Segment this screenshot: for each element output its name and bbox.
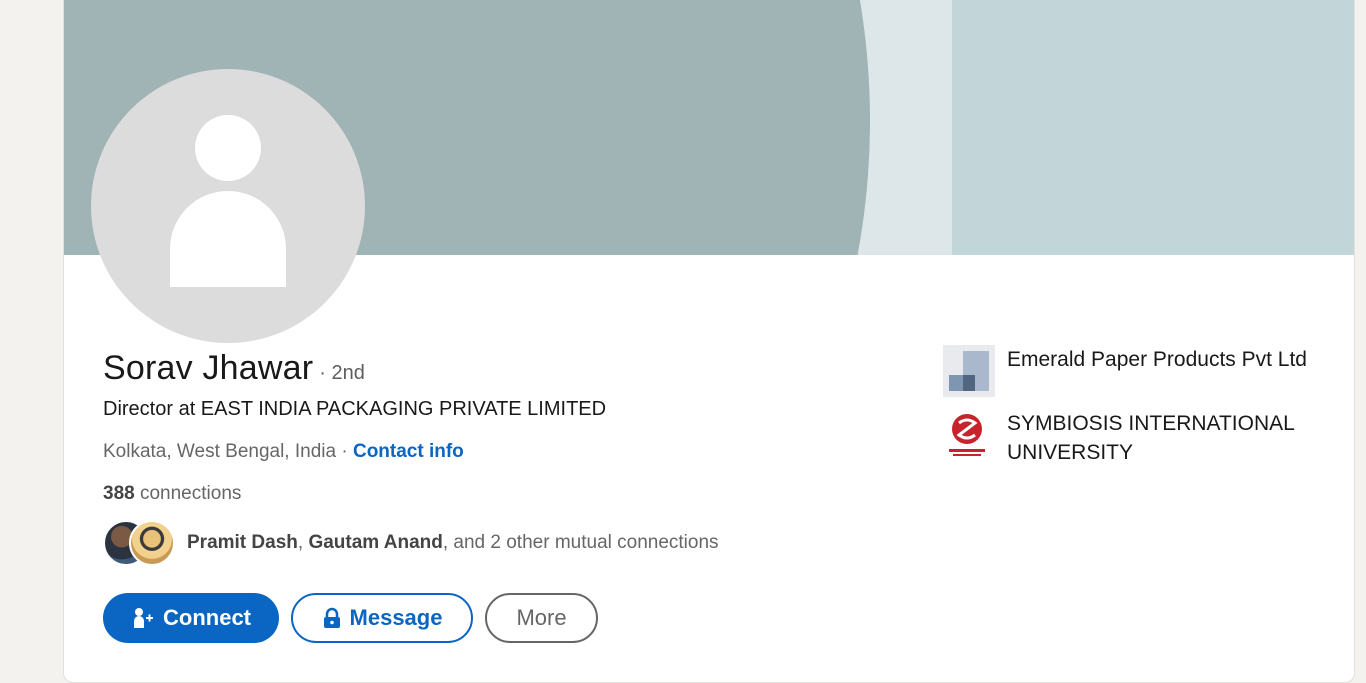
connections-label: connections xyxy=(139,483,242,504)
profile-name: Sorav Jhawar xyxy=(103,349,314,387)
experience-item[interactable]: Emerald Paper Products Pvt Ltd xyxy=(943,345,1343,397)
mutual-name: Pramit Dash xyxy=(187,532,298,553)
avatar xyxy=(129,520,175,566)
mutual-suffix: , and 2 other mutual connections xyxy=(442,532,719,553)
education-org-name: SYMBIOSIS INTERNATIONAL UNIVERSITY xyxy=(1007,412,1295,464)
more-label: More xyxy=(516,605,567,630)
mutual-avatars xyxy=(103,520,177,566)
add-person-icon xyxy=(131,606,155,630)
name-row: Sorav Jhawar · 2nd xyxy=(103,349,365,388)
connection-degree: · 2nd xyxy=(319,362,365,384)
experience-education-panel: Emerald Paper Products Pvt Ltd SYMBIOSIS… xyxy=(943,345,1343,479)
connections-row[interactable]: 388 connections xyxy=(103,483,241,505)
lock-icon xyxy=(322,607,342,629)
profile-headline: Director at EAST INDIA PACKAGING PRIVATE… xyxy=(103,398,607,420)
location-separator: · xyxy=(341,441,348,462)
message-button[interactable]: Message xyxy=(291,593,473,643)
message-label: Message xyxy=(349,605,443,630)
profile-actions: Connect Message More xyxy=(103,593,598,643)
connect-button[interactable]: Connect xyxy=(103,593,279,643)
mutual-connections-text: Pramit Dash, Gautam Anand, and 2 other m… xyxy=(187,532,719,554)
connections-count: 388 xyxy=(103,483,135,504)
avatar-placeholder-icon xyxy=(170,191,286,287)
profile-card: Sorav Jhawar · 2nd Director at EAST INDI… xyxy=(63,0,1355,683)
experience-org-name: Emerald Paper Products Pvt Ltd xyxy=(1007,348,1307,371)
symbiosis-logo-icon xyxy=(943,409,995,461)
banner-shape xyxy=(952,0,1354,255)
mutual-name: Gautam Anand xyxy=(308,532,443,553)
location-text: Kolkata, West Bengal, India xyxy=(103,441,337,462)
location-row: Kolkata, West Bengal, India · Contact in… xyxy=(103,441,464,463)
mutual-separator: , xyxy=(297,532,309,553)
connect-label: Connect xyxy=(163,605,251,630)
more-button[interactable]: More xyxy=(485,593,598,643)
mutual-connections[interactable]: Pramit Dash, Gautam Anand, and 2 other m… xyxy=(103,520,719,566)
profile-avatar[interactable] xyxy=(91,69,365,343)
education-item[interactable]: SYMBIOSIS INTERNATIONAL UNIVERSITY xyxy=(943,409,1343,467)
emerald-logo-icon xyxy=(943,345,995,397)
contact-info-link[interactable]: Contact info xyxy=(353,441,464,462)
avatar-placeholder-icon xyxy=(195,115,261,181)
